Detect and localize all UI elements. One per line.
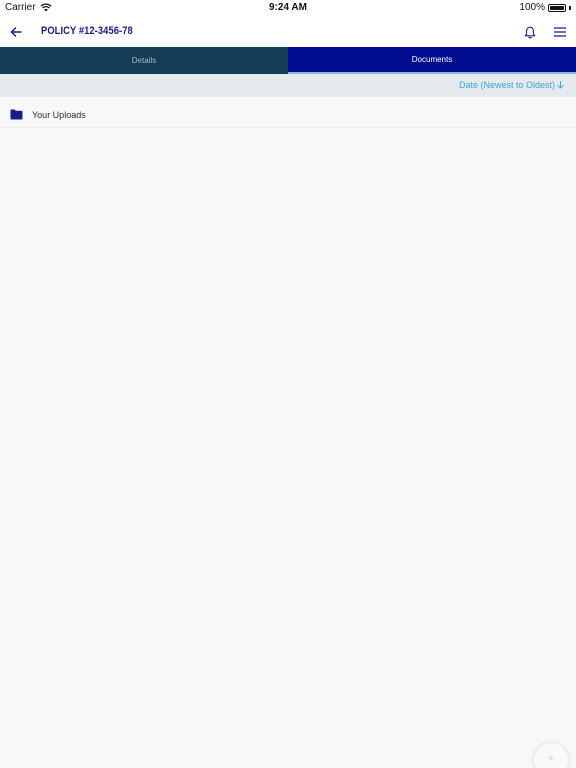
sort-button[interactable]: Date (Newest to Oldest): [459, 80, 564, 90]
arrow-down-icon: [557, 81, 564, 89]
folder-icon: [10, 109, 23, 120]
battery-fill: [550, 5, 564, 10]
screen: Carrier 9:24 AM 100% POLICY #12-3456-78: [0, 0, 576, 768]
battery-icon: [548, 3, 566, 12]
status-bar: Carrier 9:24 AM 100%: [0, 0, 576, 16]
page-title: POLICY #12-3456-78: [41, 25, 133, 37]
arrow-left-icon: [10, 27, 22, 37]
bell-icon: [524, 26, 536, 38]
add-document-button[interactable]: +: [534, 743, 568, 768]
menu-button[interactable]: [550, 22, 570, 42]
status-time: 9:24 AM: [269, 2, 307, 13]
list-item[interactable]: Your Uploads: [0, 101, 576, 128]
tab-documents[interactable]: Documents: [288, 47, 576, 74]
sort-label: Date (Newest to Oldest): [458, 80, 555, 90]
back-button[interactable]: [6, 22, 26, 42]
notifications-button[interactable]: [520, 22, 540, 42]
app-header: POLICY #12-3456-78: [0, 16, 576, 47]
sort-bar: Date (Newest to Oldest): [0, 74, 576, 97]
list-item-label: Your Uploads: [32, 110, 86, 120]
tab-bar: Details Documents: [0, 47, 576, 74]
hamburger-menu-icon: [554, 27, 566, 37]
tab-documents-label: Documents: [411, 55, 453, 64]
plus-icon: +: [547, 751, 555, 765]
tab-details-label: Details: [131, 56, 157, 65]
tab-details[interactable]: Details: [0, 47, 288, 74]
battery-percent: 100%: [519, 2, 545, 13]
battery-tip: [569, 5, 571, 10]
status-battery-group: 100%: [519, 2, 571, 13]
